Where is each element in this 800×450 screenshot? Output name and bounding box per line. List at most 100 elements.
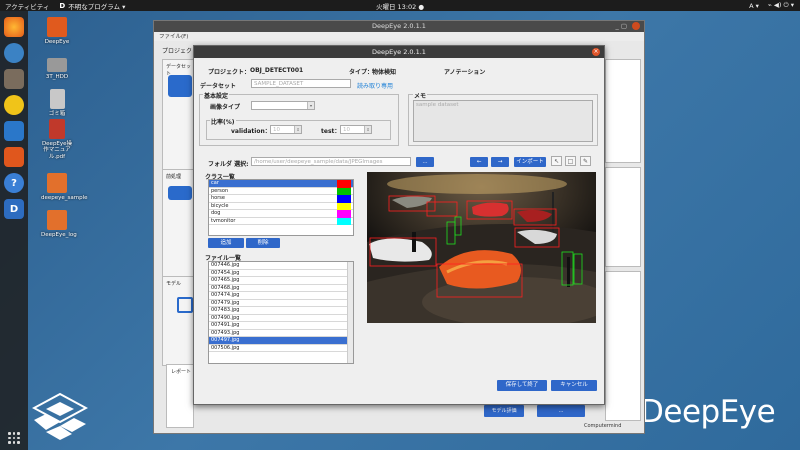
folder-icon [47, 210, 67, 230]
model-panel-label: モデル [166, 281, 182, 287]
file-item[interactable]: 007479.jpg [209, 300, 353, 307]
preprocess-icon[interactable] [168, 186, 192, 200]
cancel-button[interactable]: キャンセル [551, 380, 597, 391]
rect-tool-icon[interactable]: □ [565, 156, 576, 166]
type-label: タイプ： [349, 69, 374, 76]
file-item[interactable]: 007474.jpg [209, 292, 353, 300]
desktop-icon-sample[interactable]: deepeye_sample [37, 173, 88, 201]
browse-button[interactable]: ... [416, 157, 434, 167]
file-list[interactable]: 007446.jpg 007454.jpg 007465.jpg 007468.… [208, 261, 354, 364]
type-value: 物体検知 [372, 69, 397, 76]
class-color-swatch[interactable] [337, 202, 351, 210]
project-label: プロジェクト： [208, 69, 251, 76]
software-center-icon[interactable] [4, 147, 24, 167]
class-item[interactable]: horse [209, 195, 353, 203]
remove-class-button[interactable]: 削除 [246, 238, 280, 248]
close-icon[interactable] [632, 22, 640, 30]
file-item[interactable]: 007493.jpg [209, 330, 353, 337]
file-item[interactable]: 007490.jpg [209, 315, 353, 322]
save-and-exit-button[interactable]: 保存して終了 [497, 380, 547, 391]
language-indicator[interactable]: A ▾ [749, 2, 759, 10]
deepeye-brand-text: DeepEye [640, 394, 776, 430]
class-item[interactable]: tvmonitor [209, 217, 353, 225]
cursor-tool-icon[interactable]: ↖ [551, 156, 562, 166]
file-item[interactable]: 007506.jpg [209, 345, 353, 352]
desktop-icon-log[interactable]: DeepEye_log [37, 210, 77, 238]
class-color-swatch[interactable] [337, 210, 351, 218]
prev-button[interactable]: ← [470, 157, 488, 167]
preprocess-panel-label: 前処理 [166, 174, 182, 180]
image-type-select[interactable]: ▾ [251, 101, 315, 110]
report-panel: レポート [166, 364, 194, 428]
file-list-scrollbar[interactable] [347, 262, 353, 363]
file-item[interactable]: 007446.jpg [209, 262, 353, 270]
annotation-image[interactable] [367, 172, 596, 323]
folder-path-field[interactable]: /home/user/deepeye_sample/data/JPEGImage… [251, 157, 411, 166]
dialog-titlebar[interactable]: DeepEye 2.0.1.1 × [194, 46, 604, 58]
computermind-footer: Computermind [584, 423, 622, 429]
app-menu[interactable]: D 不明なプログラム ▾ [59, 1, 125, 11]
desktop-icon-manual[interactable]: DeepEye操作マニュアル.pdf [37, 119, 77, 160]
help-icon[interactable]: ? [4, 173, 24, 193]
next-button[interactable]: → [491, 157, 509, 167]
preprocess-panel: 前処理 [162, 169, 196, 279]
file-item[interactable]: 007491.jpg [209, 322, 353, 330]
model-create-button[interactable]: ... [537, 405, 585, 417]
tray-icons[interactable]: ⌁ ◀) ⏻ ▾ [768, 1, 794, 10]
file-item[interactable]: 007468.jpg [209, 285, 353, 292]
annotation-label: アノテーション [444, 69, 486, 76]
system-tray[interactable]: A ▾ ⌁ ◀) ⏻ ▾ [749, 1, 794, 10]
firefox-icon[interactable] [4, 17, 24, 37]
desktop-icon-hdd[interactable]: 3T_HDD [37, 54, 77, 80]
spin-arrows-icon[interactable]: ⇕ [294, 126, 301, 133]
desktop-icon-trash[interactable]: ゴミ箱 [37, 89, 77, 117]
class-item[interactable]: dog [209, 210, 353, 218]
validation-spinbox[interactable]: 10 ⇕ [270, 125, 302, 134]
class-color-swatch[interactable] [337, 217, 351, 225]
file-menu[interactable]: ファイル(F) [154, 32, 644, 41]
top-bar: アクティビティ D 不明なプログラム ▾ 火曜日 13:02 ● A ▾ ⌁ ◀) … [0, 0, 800, 11]
add-class-button[interactable]: 追加 [208, 238, 244, 248]
test-label: test： [321, 128, 341, 135]
class-color-swatch[interactable] [337, 180, 351, 188]
file-item-selected[interactable]: 007497.jpg [209, 337, 353, 345]
class-item[interactable]: person [209, 187, 353, 195]
class-color-swatch[interactable] [337, 187, 351, 195]
file-item[interactable]: 007454.jpg [209, 270, 353, 277]
readonly-label: 読み取り専用 [357, 83, 394, 90]
project-name: OBJ_DETECT001 [250, 67, 304, 74]
dock: ? D [0, 11, 28, 450]
dataset-grid-icon[interactable] [168, 75, 192, 97]
deepeye-dock-icon[interactable]: D [4, 199, 24, 219]
main-window-title: DeepEye 2.0.1.1 [372, 22, 426, 30]
import-button[interactable]: インポート [514, 157, 546, 167]
image-type-label: 画像タイプ [210, 104, 241, 111]
thunderbird-icon[interactable] [4, 43, 24, 63]
file-item[interactable]: 007483.jpg [209, 307, 353, 315]
class-list[interactable]: car person horse bicycle dog tvmonitor [208, 179, 354, 236]
activities-button[interactable]: アクティビティ [5, 1, 49, 11]
eraser-tool-icon[interactable]: ✎ [580, 156, 591, 166]
class-item[interactable]: bicycle [209, 202, 353, 210]
rhythmbox-icon[interactable] [4, 95, 24, 115]
dataset-name-field[interactable]: SAMPLE_DATASET [251, 79, 351, 88]
desktop-icon-deepeye[interactable]: DeepEye [37, 17, 77, 45]
main-window-titlebar[interactable]: DeepEye 2.0.1.1 _ ▢ [154, 21, 644, 32]
app-letter-icon: D [59, 1, 66, 10]
clock[interactable]: 火曜日 13:02 ● [376, 1, 424, 11]
dialog-close-icon[interactable]: × [592, 48, 600, 56]
writer-icon[interactable] [4, 121, 24, 141]
drive-icon [47, 58, 67, 72]
memo-field[interactable]: sample dataset [413, 100, 593, 142]
chevron-down-icon: ▾ [307, 102, 314, 109]
spin-arrows-icon[interactable]: ⇕ [364, 126, 371, 133]
model-eval-button[interactable]: モデル評価 [484, 405, 524, 417]
class-item[interactable]: car [209, 180, 353, 188]
test-spinbox[interactable]: 10 ⇕ [340, 125, 372, 134]
show-apps-icon[interactable] [8, 432, 20, 444]
files-icon[interactable] [4, 69, 24, 89]
minimize-icon[interactable]: _ ▢ [616, 21, 627, 32]
class-color-swatch[interactable] [337, 195, 351, 203]
model-icon[interactable] [177, 297, 193, 313]
file-item[interactable]: 007465.jpg [209, 277, 353, 285]
